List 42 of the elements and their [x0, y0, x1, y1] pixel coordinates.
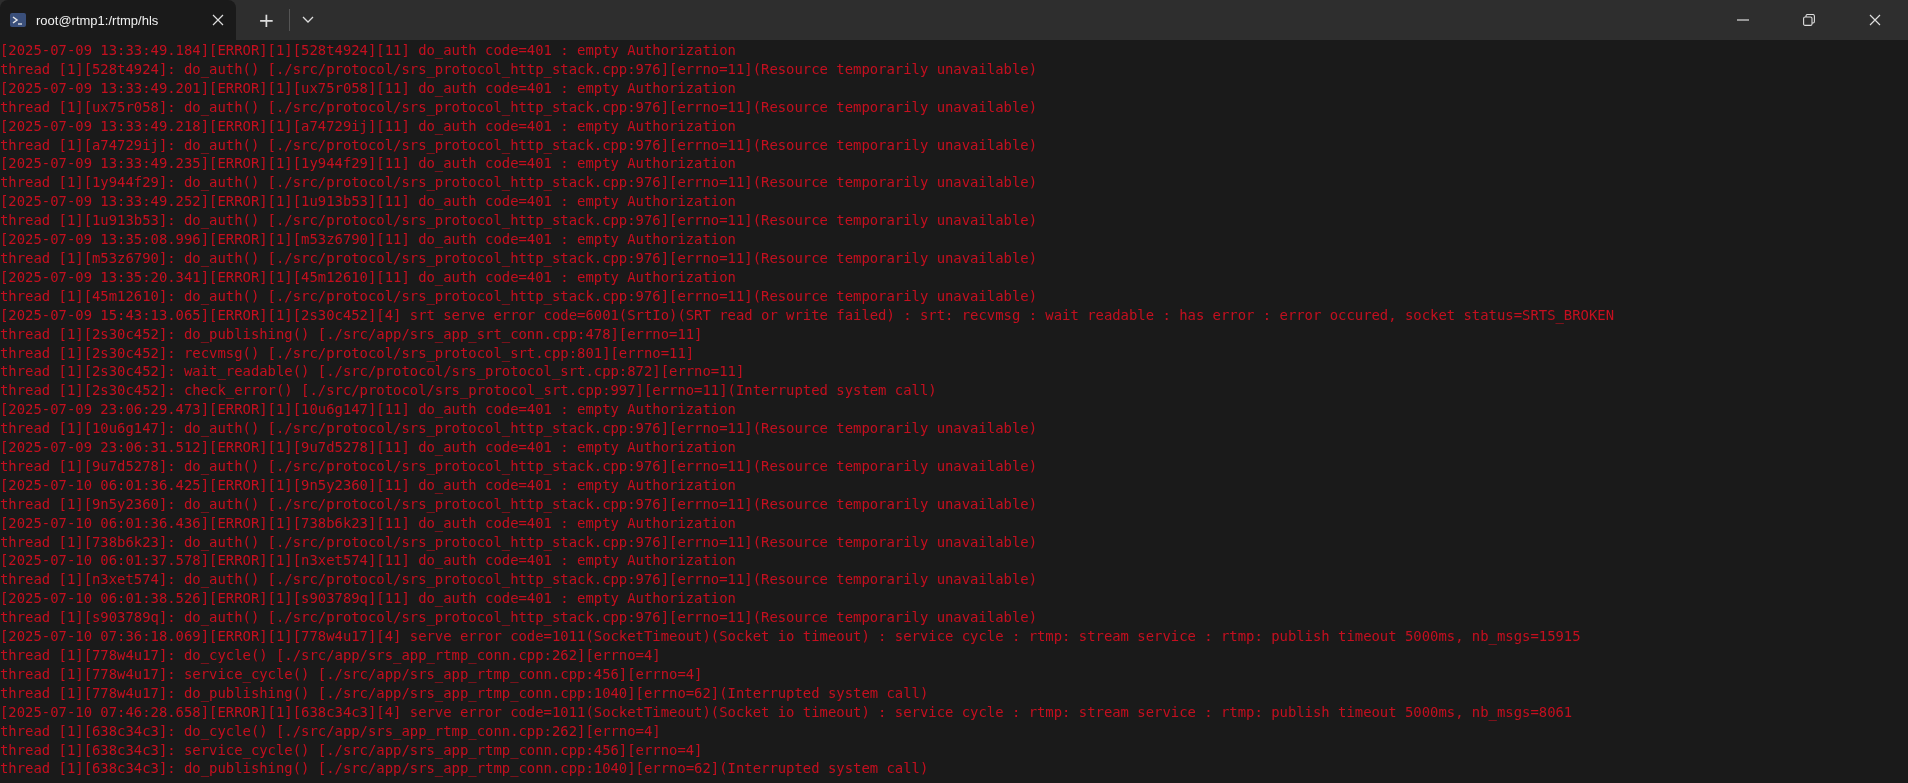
log-line: thread [1][2s30c452]: wait_readable() [./src/protocol/srs_protocol_srt.cpp:872][errno=11] [0, 362, 745, 382]
log-line: [2025-07-10 06:01:36.425][ERROR][1][9n5y2360][11] do_auth code=401 : empty Authorization [0, 475, 736, 495]
log-line: thread [1][1y944f29]: do_auth() [./src/protocol/srs_protocol_http_stack.cpp:976][errno=11](Resource temporarily unavailable) [0, 173, 1037, 193]
log-line: thread [1][9u7d5278]: do_auth() [./src/protocol/srs_protocol_http_stack.cpp:976][errno=11](Resource temporarily unavailable) [0, 456, 1037, 476]
log-line: thread [1][10u6g147]: do_auth() [./src/protocol/srs_protocol_http_stack.cpp:976][errno=11](Resource temporarily unavailable) [0, 419, 1037, 439]
log-line: thread [1][a74729ij]: do_auth() [./src/protocol/srs_protocol_http_stack.cpp:976][errno=11](Resource temporarily unavailable) [0, 135, 1037, 155]
log-line: thread [1][m53z6790]: do_auth() [./src/protocol/srs_protocol_http_stack.cpp:976][errno=11](Resource temporarily unavailable) [0, 248, 1037, 268]
log-line: thread [1][s903789q]: do_auth() [./src/protocol/srs_protocol_http_stack.cpp:976][errno=11](Resource temporarily unavailable) [0, 608, 1037, 628]
log-line: thread [1][1u913b53]: do_auth() [./src/protocol/srs_protocol_http_stack.cpp:976][errno=11](Resource temporarily unavailable) [0, 211, 1037, 231]
log-line: [2025-07-09 13:33:49.184][ERROR][1][528t4924][11] do_auth code=401 : empty Authorization [0, 41, 736, 60]
log-line: [2025-07-09 13:33:49.252][ERROR][1][1u913b53][11] do_auth code=401 : empty Authorization [0, 192, 736, 212]
new-tab-button[interactable]: + [244, 8, 289, 32]
log-line: [2025-07-09 13:35:20.341][ERROR][1][45m12610][11] do_auth code=401 : empty Authorization [0, 267, 736, 287]
log-line: [2025-07-10 06:01:37.578][ERROR][1][n3xet574][11] do_auth code=401 : empty Authorization [0, 551, 736, 571]
log-line: [2025-07-10 07:46:28.658][ERROR][1][638c34c3][4] serve error code=1011(SocketTimeout)(Socket io timeout) : service cycle : rtmp: stream service : rtmp: publish timeout 5000ms, nb_msgs=8061 [0, 702, 1573, 722]
log-line: thread [1][738b6k23]: do_auth() [./src/protocol/srs_protocol_http_stack.cpp:976][errno=11](Resource temporarily unavailable) [0, 532, 1037, 552]
log-line: [2025-07-09 13:35:08.996][ERROR][1][m53z6790][11] do_auth code=401 : empty Authorization [0, 230, 736, 249]
log-line: [2025-07-09 23:06:29.473][ERROR][1][10u6g147][11] do_auth code=401 : empty Authorization [0, 400, 736, 420]
log-line: [2025-07-09 13:33:49.201][ERROR][1][ux75r058][11] do_auth code=401 : empty Authorization [0, 78, 736, 98]
tab-title: root@rtmp1:/rtmp/hls [36, 12, 160, 28]
log-line: thread [1][778w4u17]: do_cycle() [./src/app/srs_app_rtmp_conn.cpp:262][errno=4] [0, 646, 661, 665]
log-line: thread [1][638c34c3]: service_cycle() [./src/app/srs_app_rtmp_conn.cpp:456][errno=4] [0, 740, 703, 760]
log-line: [2025-07-09 13:33:49.235][ERROR][1][1y944f29][11] do_auth code=401 : empty Authorization [0, 154, 736, 174]
log-line: thread [1][778w4u17]: service_cycle() [./src/app/srs_app_rtmp_conn.cpp:456][errno=4] [0, 664, 703, 684]
log-line: thread [1][ux75r058]: do_auth() [./src/protocol/srs_protocol_http_stack.cpp:976][errno=11](Resource temporarily unavailable) [0, 97, 1037, 117]
log-line: [2025-07-10 06:01:36.436][ERROR][1][738b6k23][11] do_auth code=401 : empty Authorization [0, 513, 736, 533]
log-line: thread [1][9n5y2360]: do_auth() [./src/protocol/srs_protocol_http_stack.cpp:976][errno=11](Resource temporarily unavailable) [0, 494, 1037, 514]
log-line: thread [1][2s30c452]: do_publishing() [./src/app/srs_app_srt_conn.cpp:478][errno=11] [0, 324, 703, 344]
log-line: thread [1][778w4u17]: do_publishing() [./src/app/srs_app_rtmp_conn.cpp:1040][errno=62](Interrupted system call) [0, 683, 929, 703]
log-line: thread [1][638c34c3]: do_publishing() [./src/app/srs_app_rtmp_conn.cpp:1040][errno=62](Interrupted system call) [0, 759, 929, 779]
log-line: [2025-07-10 07:36:18.069][ERROR][1][778w4u17][4] serve error code=1011(SocketTimeout)(Socket io timeout) : service cycle : rtmp: stream service : rtmp: publish timeout 5000ms, nb_msgs=15915 [0, 627, 1581, 646]
log-line: thread [1][45m12610]: do_auth() [./src/protocol/srs_protocol_http_stack.cpp:976][errno=11](Resource temporarily unavailable) [0, 286, 1037, 306]
log-line: thread [1][528t4924]: do_auth() [./src/protocol/srs_protocol_http_stack.cpp:976][errno=11](Resource temporarily unavailable) [0, 59, 1037, 79]
log-line: [2025-07-10 06:01:38.526][ERROR][1][s903789q][11] do_auth code=401 : empty Authorization [0, 589, 736, 609]
log-line: thread [1][2s30c452]: recvmsg() [./src/protocol/srs_protocol_srt.cpp:801][errno=11] [0, 343, 695, 363]
log-line: thread [1][638c34c3]: do_cycle() [./src/app/srs_app_rtmp_conn.cpp:262][errno=4] [0, 721, 661, 741]
terminal-tab[interactable]: root@rtmp1:/rtmp/hls [0, 0, 236, 40]
log-line: thread [1][2s30c452]: check_error() [./src/protocol/srs_protocol_srt.cpp:997][errno=11](Interrupted system call) [0, 381, 937, 401]
log-line: [2025-07-09 13:33:49.218][ERROR][1][a74729ij][11] do_auth code=401 : empty Authorization [0, 116, 736, 136]
log-line: [2025-07-09 15:43:13.065][ERROR][1][2s30c452][4] srt serve error code=6001(SrtIo)(SRT read or write failed) : srt: recvmsg : wait readable : has error : error occured, socket status=SRTS_BROKEN [0, 305, 1615, 325]
log-line: [2025-07-09 23:06:31.512][ERROR][1][9u7d5278][11] do_auth code=401 : empty Authorization [0, 438, 736, 457]
log-line: thread [1][n3xet574]: do_auth() [./src/protocol/srs_protocol_http_stack.cpp:976][errno=11](Resource temporarily unavailable) [0, 570, 1037, 590]
